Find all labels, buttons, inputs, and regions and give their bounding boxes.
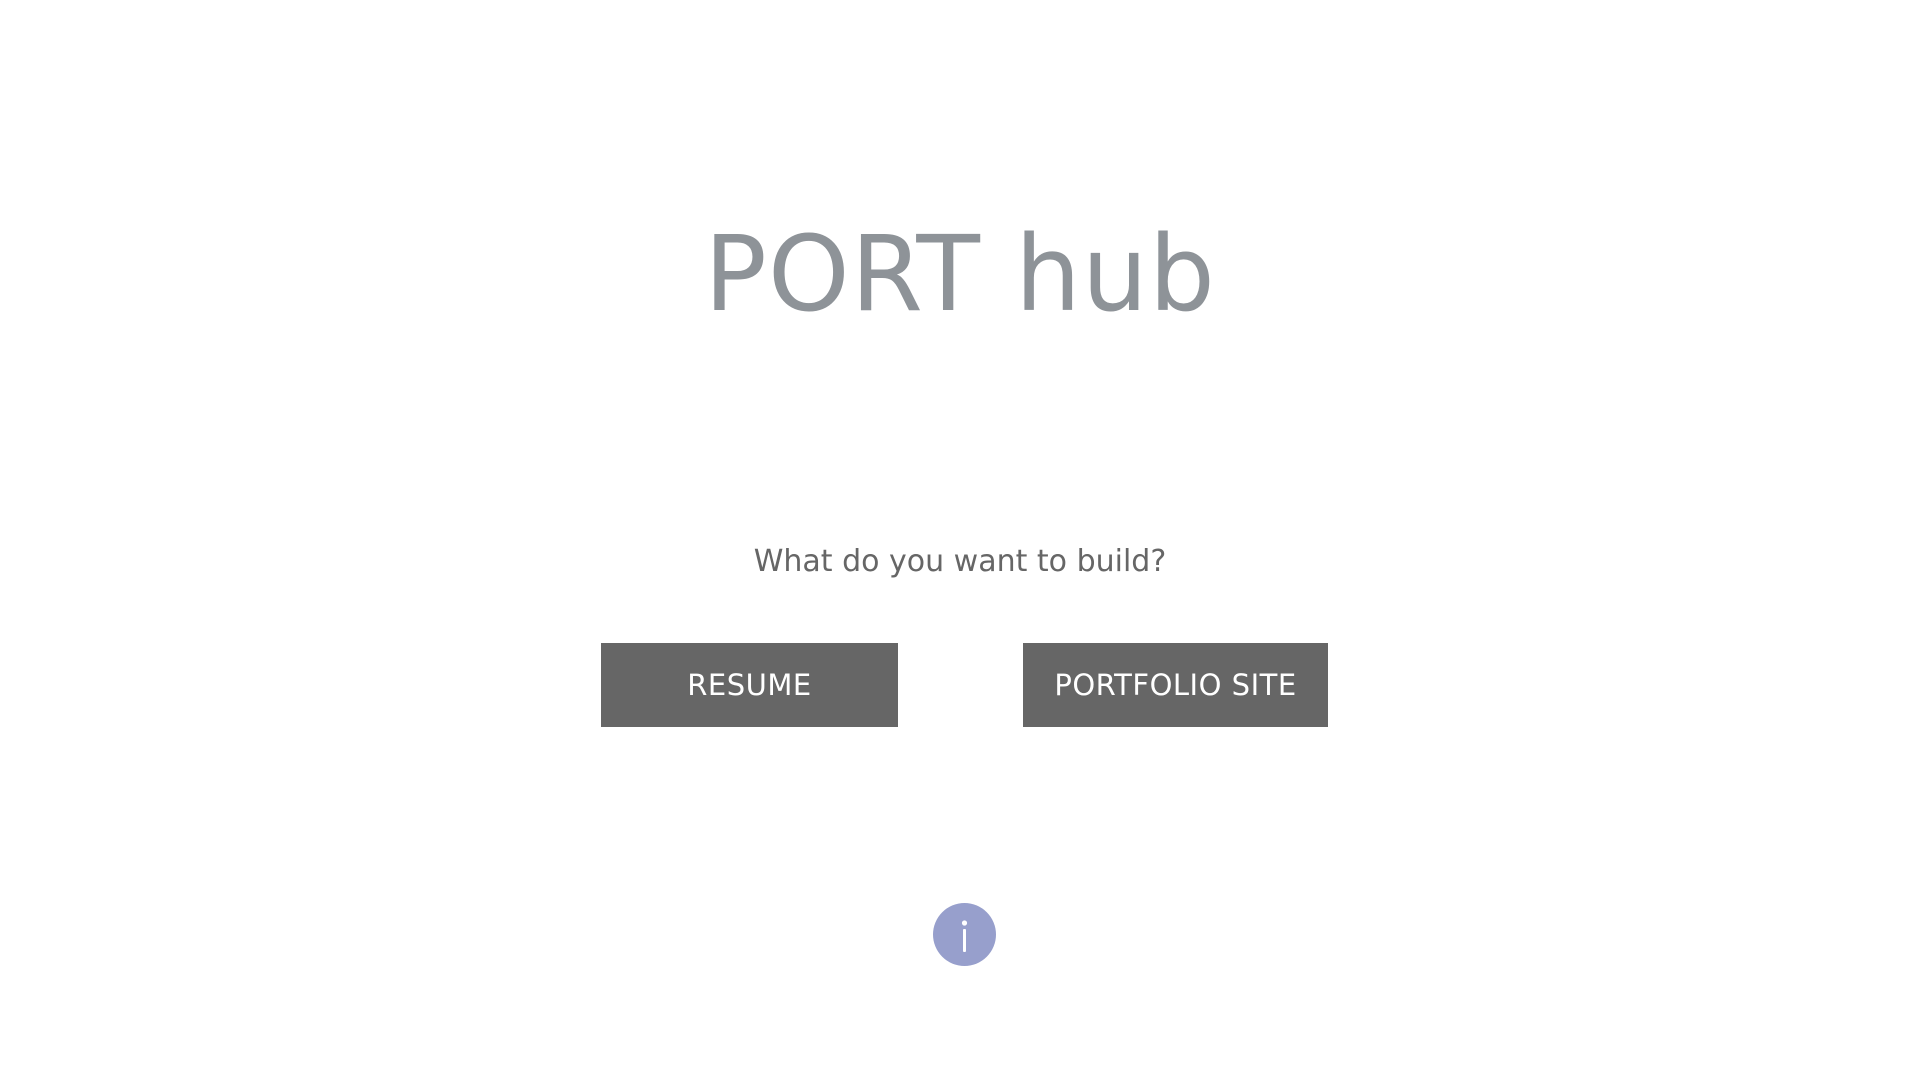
page-title: PORT hub — [704, 213, 1216, 335]
start-page: PORT hub What do you want to build? RESU… — [0, 0, 1920, 1080]
info-icon[interactable] — [933, 903, 996, 966]
info-glyph — [961, 920, 968, 952]
portfolio-site-button[interactable]: PORTFOLIO SITE — [1023, 643, 1328, 727]
resume-button[interactable]: RESUME — [601, 643, 898, 727]
build-prompt: What do you want to build? — [753, 544, 1167, 579]
